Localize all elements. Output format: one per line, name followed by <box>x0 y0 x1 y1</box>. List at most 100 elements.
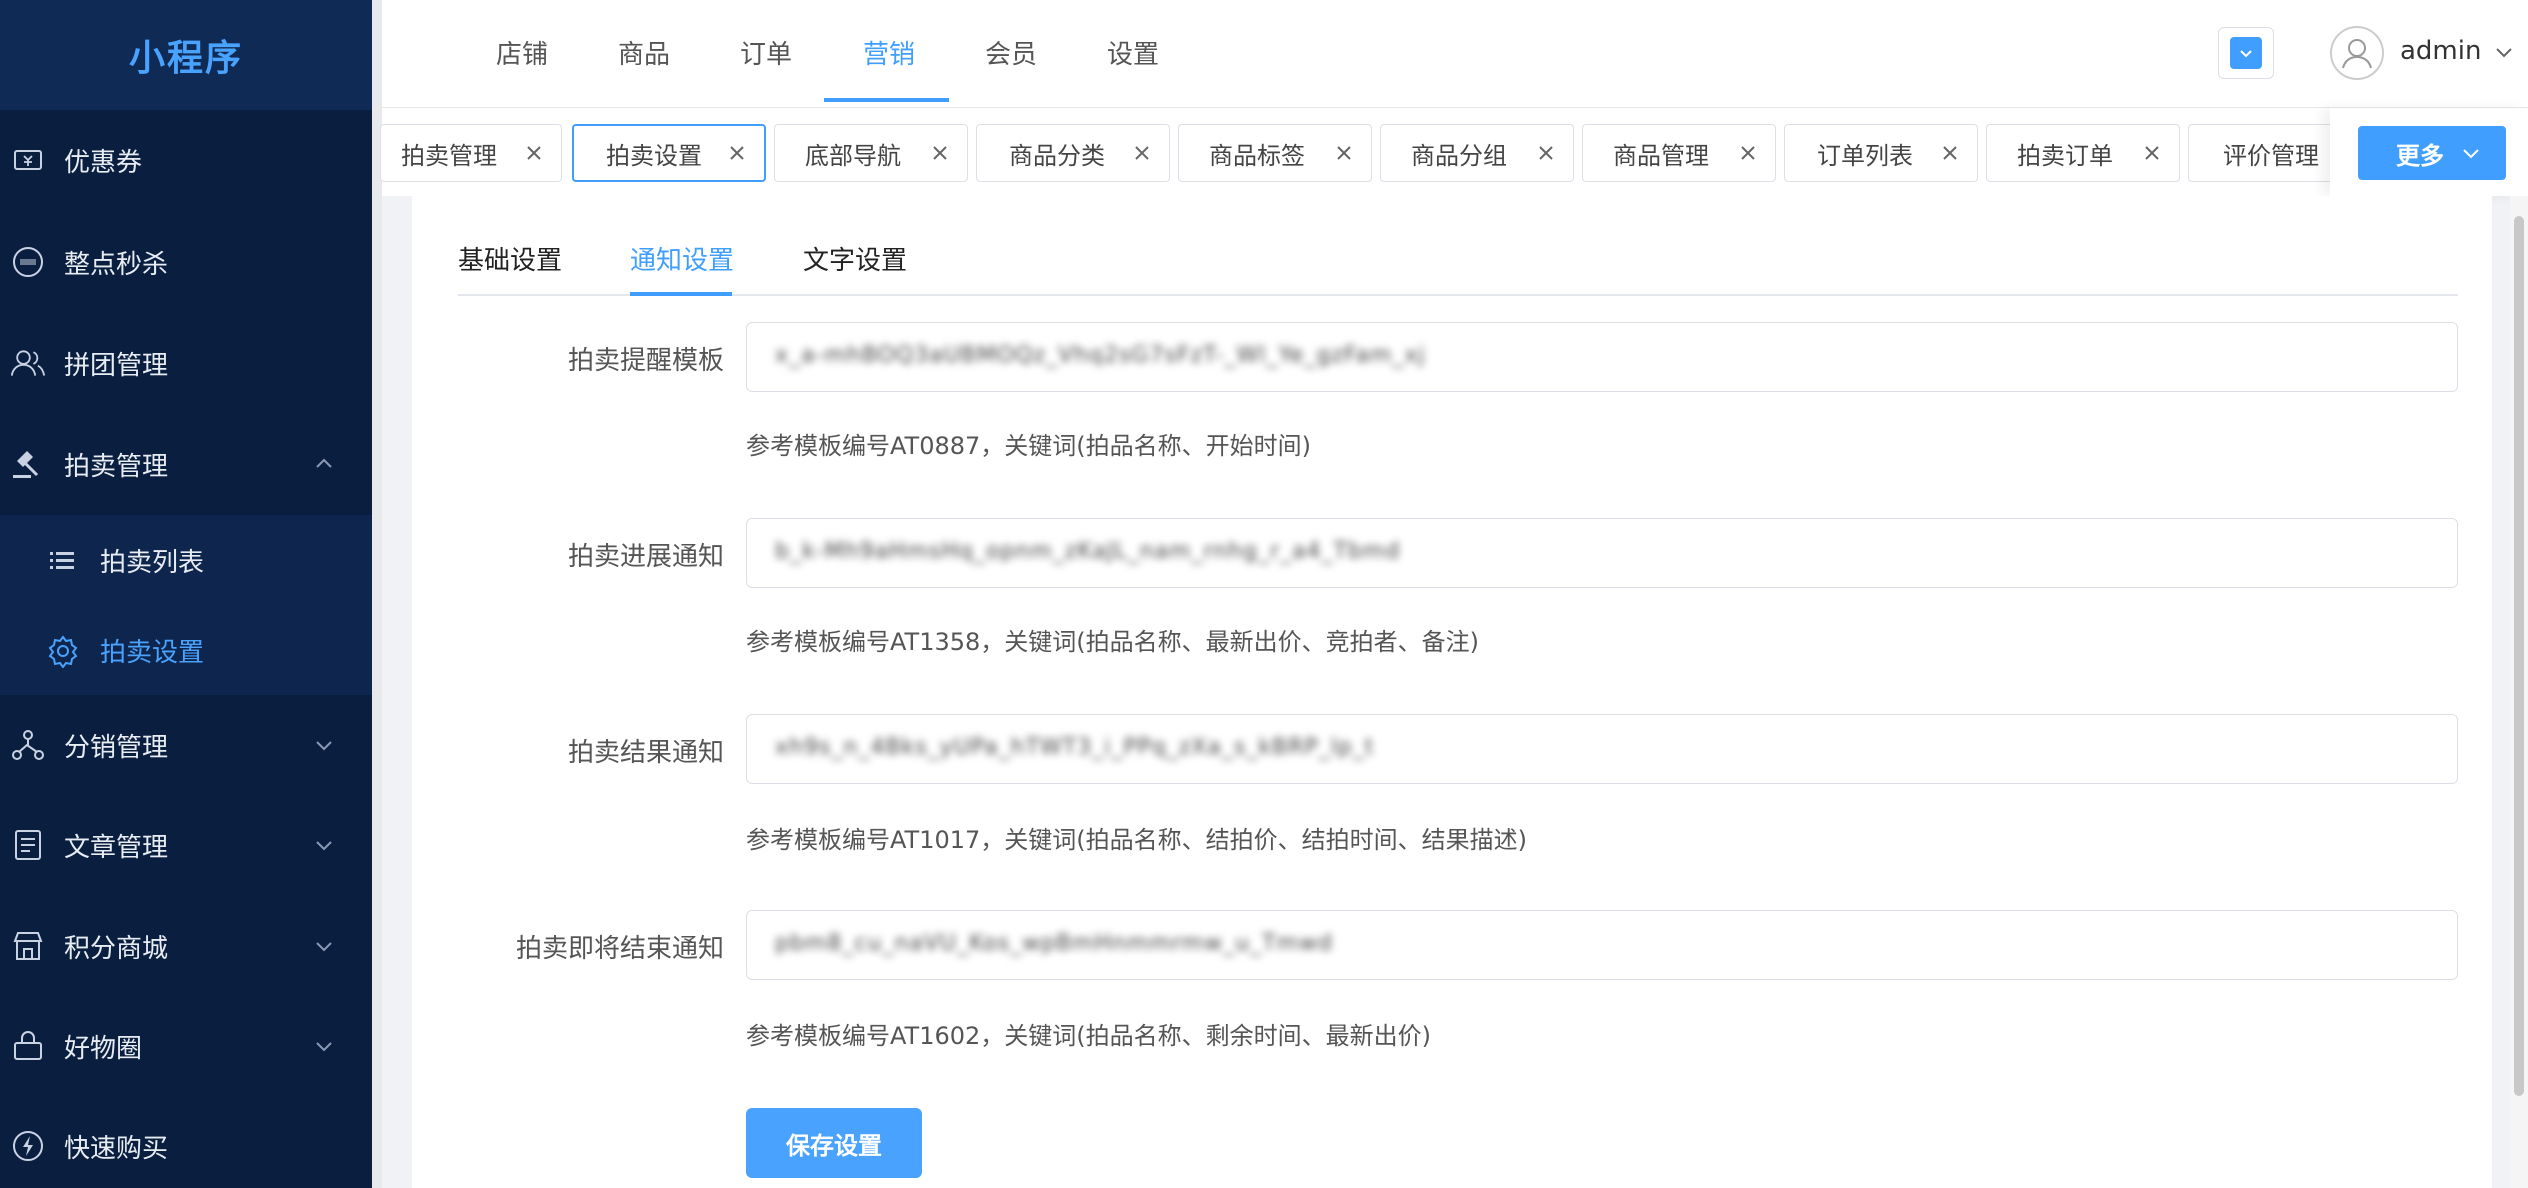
tag-product-groups[interactable]: 商品分组 <box>1380 124 1574 182</box>
input-value: b_k-Mh9aHmsHq_opnm_zKaJL_nam_rnhg_r_a4_T… <box>775 539 1401 564</box>
gavel-icon <box>10 446 46 482</box>
nav-settings[interactable]: 设置 <box>1107 0 1159 104</box>
chevron-down-icon[interactable] <box>2490 38 2518 66</box>
tag-label: 拍卖管理 <box>401 141 497 170</box>
sidebar-item-seckill[interactable]: 整点秒杀 <box>0 212 372 312</box>
user-name[interactable]: admin <box>2400 36 2481 66</box>
content-scrollbar[interactable] <box>2510 196 2528 1188</box>
field-hint: 参考模板编号AT1017，关键词(拍品名称、结拍价、结拍时间、结果描述) <box>746 826 1528 854</box>
top-header: 店铺 商品 订单 营销 会员 设置 admin <box>382 0 2528 108</box>
sidebar-subitem-auction-settings[interactable]: 拍卖设置 <box>0 605 372 695</box>
sidebar-item-label: 分销管理 <box>64 732 169 763</box>
chevron-down-icon <box>2458 140 2484 166</box>
sidebar-item-label: 积分商城 <box>64 933 169 964</box>
nav-shop[interactable]: 店铺 <box>496 0 548 104</box>
tag-product-management[interactable]: 商品管理 <box>1582 124 1776 182</box>
sidebar-item-group[interactable]: 拼团管理 <box>0 313 372 413</box>
tag-product-tags[interactable]: 商品标签 <box>1178 124 1372 182</box>
chevron-down-icon <box>310 731 338 759</box>
tag-label: 商品分类 <box>1009 141 1105 170</box>
app-root: 小程序 优惠券 整点秒杀 拼团管理 拍卖管理 拍卖列表 拍卖设置 分销管理 文章… <box>0 0 2528 1188</box>
tag-label: 拍卖设置 <box>606 141 702 170</box>
reminder-template-input[interactable]: x_a-mhBOQ3aUBMOQz_Vhq2sG7sFzT-_Wl_Ye_gzF… <box>746 322 2458 392</box>
close-icon[interactable] <box>1737 142 1759 164</box>
tag-label: 订单列表 <box>1817 141 1913 170</box>
sidebar-item-article[interactable]: 文章管理 <box>0 795 372 895</box>
close-icon[interactable] <box>1333 142 1355 164</box>
tag-auction-orders[interactable]: 拍卖订单 <box>1986 124 2180 182</box>
tag-label: 商品管理 <box>1613 141 1709 170</box>
store-icon <box>10 928 46 964</box>
input-value: xh9s_n_4Bks_yUPa_hTWT3_i_PPq_zXa_s_kBRP_… <box>775 735 1375 760</box>
close-icon[interactable] <box>1535 142 1557 164</box>
sidebar-brand[interactable]: 小程序 <box>0 0 372 110</box>
sidebar-subitem-label: 拍卖列表 <box>100 547 205 578</box>
nav-products[interactable]: 商品 <box>618 0 670 104</box>
nav-members[interactable]: 会员 <box>985 0 1037 104</box>
more-label: 更多 <box>2396 141 2444 170</box>
tag-auction-settings[interactable]: 拍卖设置 <box>572 124 766 182</box>
seckill-icon <box>10 244 46 280</box>
tag-label: 商品分组 <box>1411 141 1507 170</box>
sidebar-item-label: 拼团管理 <box>64 350 169 381</box>
close-icon[interactable] <box>523 142 545 164</box>
sidebar-item-label: 文章管理 <box>64 832 169 863</box>
progress-notice-input[interactable]: b_k-Mh9aHmsHq_opnm_zKaJL_nam_rnhg_r_a4_T… <box>746 518 2458 588</box>
tag-bottom-nav[interactable]: 底部导航 <box>774 124 968 182</box>
close-icon[interactable] <box>1131 142 1153 164</box>
close-icon[interactable] <box>726 142 748 164</box>
sidebar-item-label: 整点秒杀 <box>64 249 169 280</box>
tag-label: 评价管理 <box>2223 141 2319 170</box>
tab-active-indicator <box>630 292 732 296</box>
list-icon <box>46 544 78 576</box>
tab-basic-settings[interactable]: 基础设置 <box>458 240 562 277</box>
tab-text-settings[interactable]: 文字设置 <box>803 240 907 277</box>
coupon-icon <box>10 142 46 178</box>
chevron-up-icon <box>310 450 338 478</box>
close-icon[interactable] <box>1939 142 1961 164</box>
close-icon[interactable] <box>2141 142 2163 164</box>
sidebar-item-goods-circle[interactable]: 好物圈 <box>0 996 372 1096</box>
tag-label: 底部导航 <box>805 141 901 170</box>
tag-product-category[interactable]: 商品分类 <box>976 124 1170 182</box>
input-value: x_a-mhBOQ3aUBMOQz_Vhq2sG7sFzT-_Wl_Ye_gzF… <box>775 343 1426 368</box>
sidebar-item-label: 快速购买 <box>64 1133 169 1164</box>
sidebar-item-points-store[interactable]: 积分商城 <box>0 896 372 996</box>
user-avatar-icon[interactable] <box>2330 26 2384 80</box>
sidebar-item-label: 优惠券 <box>64 147 143 178</box>
sidebar-item-distribution[interactable]: 分销管理 <box>0 695 372 795</box>
scrollbar-thumb[interactable] <box>2514 216 2524 1096</box>
sidebar-item-coupon[interactable]: 优惠券 <box>0 110 372 210</box>
sidebar: 小程序 优惠券 整点秒杀 拼团管理 拍卖管理 拍卖列表 拍卖设置 分销管理 文章… <box>0 0 372 1188</box>
nav-active-indicator <box>824 98 949 102</box>
tag-order-list[interactable]: 订单列表 <box>1784 124 1978 182</box>
tabs-divider <box>458 294 2458 296</box>
chevron-down-icon <box>2230 37 2262 69</box>
close-icon[interactable] <box>929 142 951 164</box>
sidebar-item-label: 拍卖管理 <box>64 451 169 482</box>
group-icon <box>10 345 46 381</box>
result-notice-input[interactable]: xh9s_n_4Bks_yUPa_hTWT3_i_PPq_zXa_s_kBRP_… <box>746 714 2458 784</box>
sidebar-item-label: 好物圈 <box>64 1033 143 1064</box>
tag-label: 拍卖订单 <box>2017 141 2113 170</box>
tag-auction-management[interactable]: 拍卖管理 <box>380 124 562 182</box>
distribution-icon <box>10 727 46 763</box>
article-icon <box>10 827 46 863</box>
save-settings-button[interactable]: 保存设置 <box>746 1108 922 1178</box>
tags-view-bar: 拍卖管理 拍卖设置 底部导航 商品分类 商品标签 商品分组 商品管理 订单列表 <box>380 108 2528 196</box>
nav-marketing[interactable]: 营销 <box>863 0 915 104</box>
more-tags-button[interactable]: 更多 <box>2358 126 2506 180</box>
ending-notice-input[interactable]: pbm8_cu_naVU_Kos_wpBmHnmmrmw_u_Tmwd <box>746 910 2458 980</box>
goods-circle-icon <box>10 1028 46 1064</box>
nav-orders[interactable]: 订单 <box>740 0 792 104</box>
chevron-down-icon <box>310 932 338 960</box>
sidebar-item-auction[interactable]: 拍卖管理 <box>0 414 372 514</box>
field-hint: 参考模板编号AT1602，关键词(拍品名称、剩余时间、最新出价) <box>746 1022 1432 1050</box>
tab-notification-settings[interactable]: 通知设置 <box>630 240 734 277</box>
field-label-reminder-template: 拍卖提醒模板 <box>567 346 724 376</box>
sidebar-subitem-auction-list[interactable]: 拍卖列表 <box>0 515 372 605</box>
chevron-down-icon <box>310 1032 338 1060</box>
field-hint: 参考模板编号AT0887，关键词(拍品名称、开始时间) <box>746 432 1312 460</box>
sidebar-item-quick-buy[interactable]: 快速购买 <box>0 1096 372 1188</box>
header-dropdown-button[interactable] <box>2218 27 2274 79</box>
